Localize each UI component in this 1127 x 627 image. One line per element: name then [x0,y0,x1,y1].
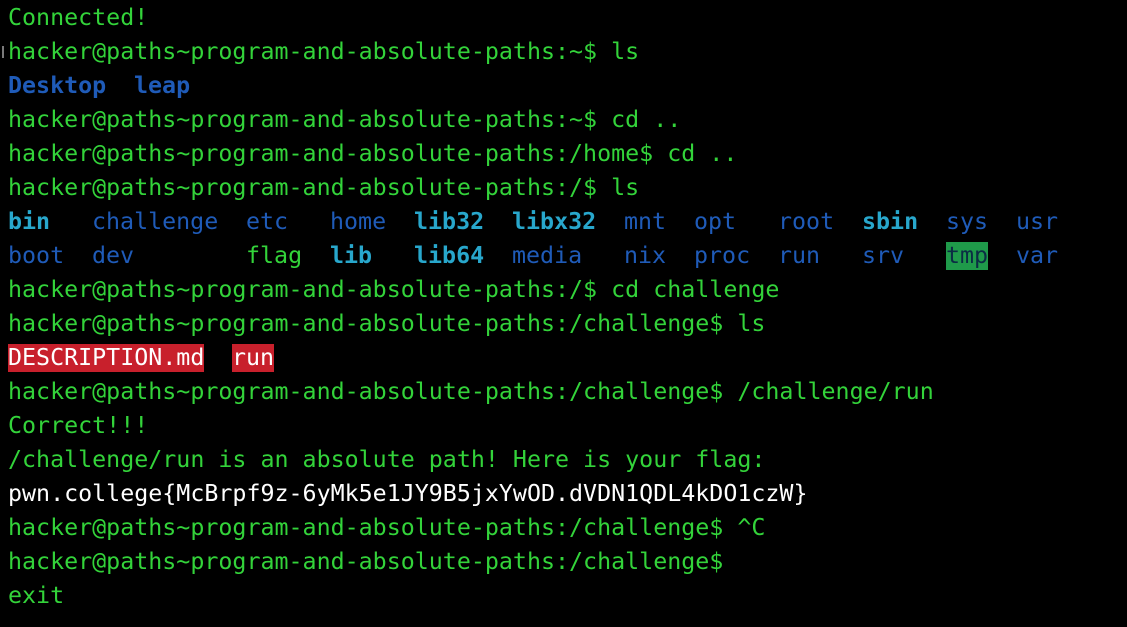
dir-entry: srv [862,242,905,269]
dir-entry: usr [1016,208,1059,235]
connected-message: Connected! [8,4,149,31]
file-entry: run [232,341,275,375]
output-correct: Correct!!! [8,412,149,439]
executable-highlight: run [232,344,275,372]
prompt-text: hacker@paths~program-and-absolute-paths:… [8,38,598,65]
dir-entry: nix [624,242,667,269]
dir-entry: lib32 [414,208,485,235]
dir-entry: lib [330,242,373,269]
dir-entry: tmp [946,239,989,273]
command-text: ls [611,174,640,201]
dir-entry: libx32 [512,208,597,235]
prompt-text: hacker@paths~program-and-absolute-paths:… [8,514,724,541]
sticky-dir-highlight: tmp [946,242,989,270]
executable-highlight: DESCRIPTION.md [8,344,205,372]
dir-entry: challenge [92,208,219,235]
prompt-line: hacker@paths~program-and-absolute-paths:… [8,375,934,409]
terminal-window[interactable]: Connected! hacker@paths~program-and-abso… [0,0,1127,627]
prompt-line: hacker@paths~program-and-absolute-paths:… [8,137,737,171]
scroll-marker [2,46,4,58]
prompt-line: hacker@paths~program-and-absolute-paths:… [8,511,765,545]
file-entry: DESCRIPTION.md [8,341,205,375]
prompt-line: hacker@paths~program-and-absolute-paths:… [8,545,723,579]
prompt-text: hacker@paths~program-and-absolute-paths:… [8,378,724,405]
dir-entry: bin [8,208,51,235]
prompt-line: hacker@paths~program-and-absolute-paths:… [8,171,639,205]
dir-entry: proc [694,242,751,269]
file-entry: flag [246,242,303,269]
root-listing-row: boot dev flag lib lib64 media nix proc r… [8,239,1118,273]
command-text: /challenge/run [737,378,934,405]
prompt-line: hacker@paths~program-and-absolute-paths:… [8,273,779,307]
exit-text: exit [8,582,65,609]
dir-entry: etc [246,208,289,235]
dir-entry: sys [946,208,989,235]
command-text: ^C [737,514,766,541]
prompt-text: hacker@paths~program-and-absolute-paths:… [8,106,598,133]
dir-entry: media [512,242,583,269]
prompt-line: hacker@paths~program-and-absolute-paths:… [8,307,765,341]
dir-entry: dev [92,242,135,269]
root-listing-row: bin challenge etc home lib32 libx32 mnt … [8,205,1118,239]
prompt-line: hacker@paths~program-and-absolute-paths:… [8,35,639,69]
prompt-text: hacker@paths~program-and-absolute-paths:… [8,548,724,575]
prompt-line: hacker@paths~program-and-absolute-paths:… [8,103,681,137]
dir-entry: run [778,242,821,269]
prompt-text: hacker@paths~program-and-absolute-paths:… [8,174,598,201]
command-text: cd .. [611,106,682,133]
dir-entry: Desktop [8,72,107,99]
flag-output: pwn.college{McBrpf9z-6yMk5e1JY9B5jxYwOD.… [8,480,808,507]
command-text: cd .. [667,140,738,167]
prompt-text: hacker@paths~program-and-absolute-paths:… [8,310,724,337]
dir-entry: boot [8,242,65,269]
dir-entry: root [778,208,835,235]
dir-entry: lib64 [414,242,485,269]
home-listing: Desktop leap [8,69,1108,103]
command-text: ls [611,38,640,65]
command-text: ls [737,310,766,337]
dir-entry: opt [694,208,737,235]
prompt-text: hacker@paths~program-and-absolute-paths:… [8,276,598,303]
output-explanation: /challenge/run is an absolute path! Here… [8,446,766,473]
dir-entry: mnt [624,208,667,235]
challenge-listing: DESCRIPTION.md run [8,341,608,375]
prompt-text: hacker@paths~program-and-absolute-paths:… [8,140,654,167]
dir-entry: home [330,208,387,235]
dir-entry: leap [134,72,191,99]
dir-entry: sbin [862,208,919,235]
dir-entry: var [1016,242,1059,269]
command-text: cd challenge [611,276,780,303]
